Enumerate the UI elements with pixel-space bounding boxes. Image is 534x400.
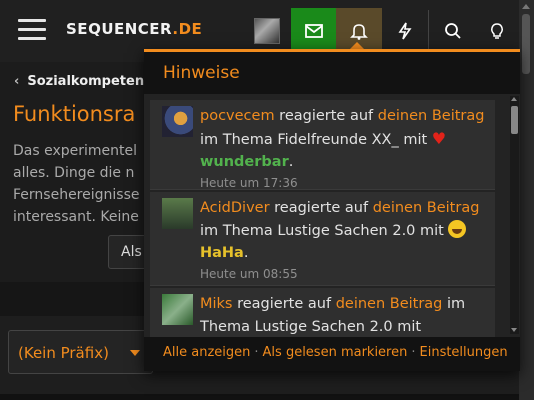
breadcrumb-label: Sozialkompetenz [27,74,152,89]
user-link[interactable]: pocvecem [200,108,275,124]
post-link-part: dei­nen [377,108,428,124]
whats-new-button[interactable] [382,8,428,54]
intro-line: Das experimentel [13,143,138,159]
post-link[interactable]: dei­nen Beitrag [378,108,485,124]
settings-link[interactable]: Einstellungen [420,345,508,360]
popup-arrow [350,42,364,49]
alert-item[interactable]: Miks reagierte auf deinen Beitrag im The… [150,288,495,340]
inbox-icon [305,24,323,38]
logo-text-mid: QUENCER [88,20,173,38]
reaction-name: wunderbar [200,154,289,170]
user-link[interactable]: Miks [200,296,233,312]
popup-title: Hinweise [144,52,520,94]
logo-text-pre: SE [66,20,89,38]
page-title: Funktionsra [13,102,136,126]
reaction-name: HaHa [200,245,244,261]
popup-footer: Alle anzeigen · Als gelesen markieren · Eins… [144,337,520,371]
intro-line: alles. Dinge die n [13,165,135,181]
avatar[interactable] [162,294,193,325]
heart-icon: ♥ [431,128,447,148]
show-all-link[interactable]: Alle anzeigen [163,345,250,360]
user-link[interactable]: AcidDiver [200,200,270,216]
post-link[interactable]: deinen Beitrag [336,296,443,312]
mark-read-link[interactable]: Als gelesen markieren [263,345,408,360]
post-link-part: Beitrag [431,108,485,124]
alert-text: Miks reagierte auf deinen Beitrag im The… [200,293,495,338]
breadcrumb[interactable]: ‹ Sozialkompetenz [14,74,152,89]
post-link[interactable]: deinen Beitrag [373,200,480,216]
alert-text: AcidDiver reagierte auf deinen Beitrag i… [200,197,495,283]
laughing-emoji-icon [448,219,467,238]
nav-divider [428,10,429,52]
search-icon [445,23,461,39]
alert-verb: reagierte auf [274,108,378,124]
chevron-left-icon: ‹ [14,74,20,89]
style-toggle-button[interactable] [474,8,520,54]
user-avatar[interactable] [254,18,280,44]
alert-time: Heute um 08:55 [200,266,298,281]
site-logo[interactable]: SEQUENCER.DE [66,20,202,38]
avatar[interactable] [162,198,193,229]
alert-context: im Thema Lustige Sachen 2.0 mit [200,222,449,239]
alert-item[interactable]: pocvecem reagierte auf dei­nen Beitrag i… [150,100,495,190]
bolt-icon [398,22,412,40]
page-description: Das experimentel alles. Dinge die n Fern… [13,140,153,228]
caret-down-icon [130,350,140,356]
prefix-select-value: (Kein Präfix) [18,344,109,362]
alert-time: Heute um 17:36 [200,175,298,190]
separator-dot: · [254,345,259,360]
page-scrollbar[interactable] [519,0,534,400]
bell-icon [350,24,368,40]
bottom-strip [0,394,519,400]
separator-dot: · [411,345,416,360]
logo-text-post: .DE [172,20,203,38]
intro-line: Fernsehereignisse [13,187,140,203]
lightbulb-icon [491,23,503,39]
alerts-popup: Hinweise pocvecem reagierte auf dei­nen … [144,49,520,371]
popup-scrollbar[interactable] [510,96,519,334]
popup-scrollbar-thumb[interactable] [511,106,518,134]
alert-verb: reagierte auf [232,296,336,312]
alerts-list: pocvecem reagierte auf dei­nen Beitrag i… [150,100,520,340]
alert-item[interactable]: AcidDiver reagierte auf deinen Beitrag i… [150,192,495,286]
alert-verb: reagierte auf [269,200,373,216]
avatar[interactable] [162,106,193,137]
inbox-button[interactable] [291,8,337,54]
partial-button[interactable]: Als [108,235,148,269]
page-scrollbar-thumb[interactable] [522,14,530,74]
alert-context: im Thema Fidelfreunde XX_ mit [200,131,432,148]
alert-text: pocvecem reagierte auf dei­nen Beitrag i… [200,105,495,192]
menu-icon[interactable] [18,19,46,41]
intro-line: interessant. Keine [13,209,139,225]
search-button[interactable] [430,8,476,54]
